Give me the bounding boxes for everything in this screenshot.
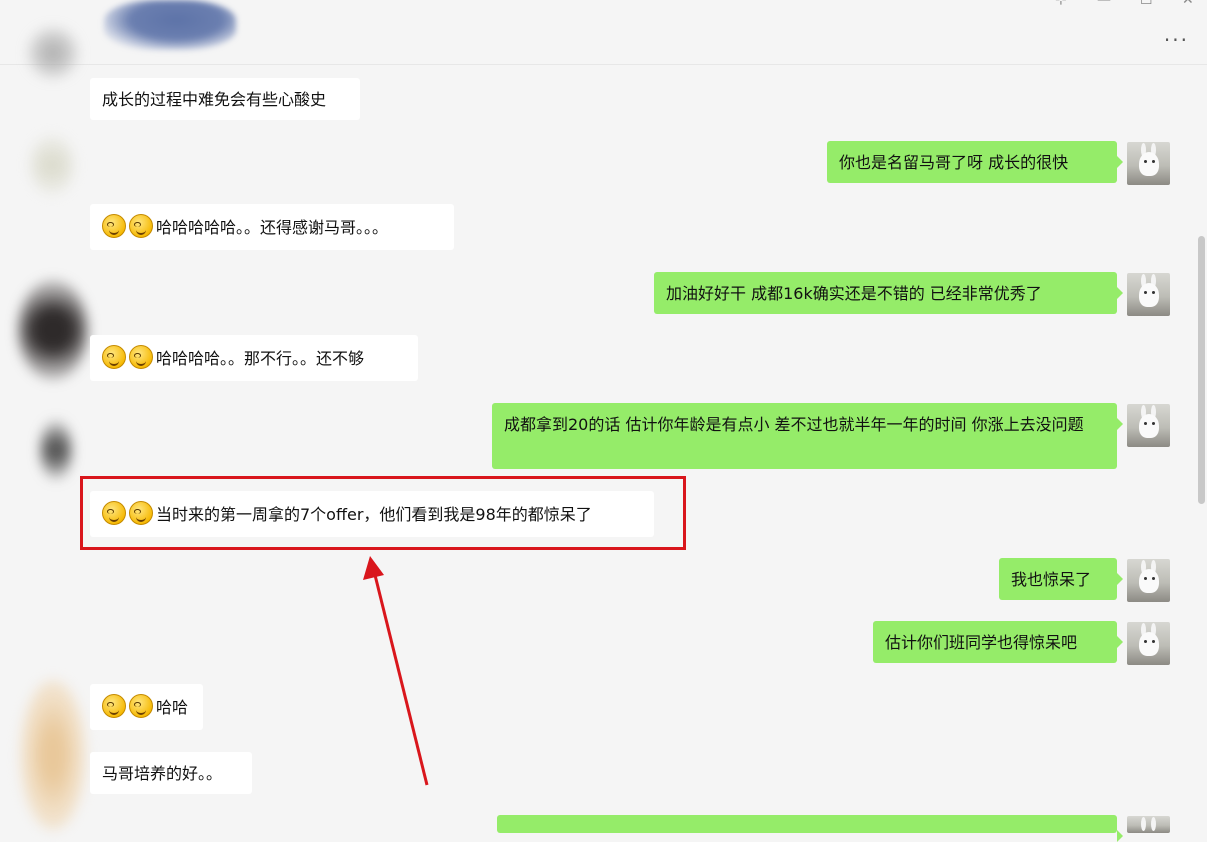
- smile-emoji-icon: [129, 214, 153, 238]
- message-text: 成长的过程中难免会有些心酸史: [102, 90, 327, 109]
- my-avatar[interactable]: [1127, 622, 1170, 665]
- contact-avatar-blurred: [20, 680, 86, 830]
- my-avatar[interactable]: [1127, 559, 1170, 602]
- message-bubble-right[interactable]: 加油好好干 成都16k确实还是不错的 已经非常优秀了: [654, 272, 1123, 314]
- message-bubble-left[interactable]: 哈哈: [90, 684, 203, 730]
- chat-header: ⊹ — ☐ ✕ ···: [0, 0, 1207, 65]
- maximize-icon[interactable]: ☐: [1140, 0, 1153, 8]
- my-avatar[interactable]: [1127, 404, 1170, 447]
- message-text: 我也惊呆了: [1011, 570, 1092, 589]
- minimize-icon[interactable]: —: [1097, 0, 1111, 8]
- message-bubble-right[interactable]: 估计你们班同学也得惊呆吧: [873, 621, 1123, 663]
- my-avatar[interactable]: [1127, 816, 1170, 833]
- smile-emoji-icon: [102, 345, 126, 369]
- message-text: 哈哈: [156, 698, 189, 717]
- message-bubble-right[interactable]: [497, 815, 1123, 842]
- smile-emoji-icon: [129, 694, 153, 718]
- contact-name-blurred: [104, 0, 236, 50]
- message-text: 估计你们班同学也得惊呆吧: [885, 633, 1078, 652]
- message-bubble-left[interactable]: 哈哈哈哈。。那不行。。还不够: [90, 335, 418, 381]
- smile-emoji-icon: [102, 214, 126, 238]
- contact-avatar-blurred: [40, 420, 72, 480]
- message-text: 哈哈哈哈。。那不行。。还不够: [156, 349, 365, 368]
- contact-avatar-blurred: [30, 135, 74, 195]
- scrollbar[interactable]: [1198, 236, 1205, 504]
- message-bubble-right[interactable]: 你也是名留马哥了呀 成长的很快: [827, 141, 1123, 183]
- message-text: 成都拿到20的话 估计你年龄是有点小 差不过也就半年一年的时间 你涨上去没问题: [504, 415, 1084, 434]
- message-bubble-right[interactable]: 我也惊呆了: [999, 558, 1123, 600]
- pin-icon[interactable]: ⊹: [1055, 0, 1067, 8]
- smile-emoji-icon: [129, 345, 153, 369]
- message-bubble-left[interactable]: 哈哈哈哈哈。。还得感谢马哥。。。: [90, 204, 454, 250]
- message-bubble-right[interactable]: 成都拿到20的话 估计你年龄是有点小 差不过也就半年一年的时间 你涨上去没问题: [492, 403, 1123, 469]
- message-text: 加油好好干 成都16k确实还是不错的 已经非常优秀了: [666, 284, 1042, 303]
- message-text: 你也是名留马哥了呀 成长的很快: [839, 153, 1069, 172]
- more-options-button[interactable]: ···: [1164, 28, 1189, 52]
- close-icon[interactable]: ✕: [1182, 0, 1194, 8]
- highlight-box-annotation: [80, 476, 686, 550]
- message-bubble-left[interactable]: 马哥培养的好。。: [90, 752, 252, 794]
- my-avatar[interactable]: [1127, 273, 1170, 316]
- message-bubble-left[interactable]: 成长的过程中难免会有些心酸史: [90, 78, 360, 120]
- message-text: 马哥培养的好。。: [102, 764, 223, 783]
- contact-avatar-blurred: [18, 280, 88, 380]
- contact-avatar-blurred: [28, 28, 78, 78]
- message-text: 哈哈哈哈哈。。还得感谢马哥。。。: [156, 218, 389, 237]
- my-avatar[interactable]: [1127, 142, 1170, 185]
- smile-emoji-icon: [102, 694, 126, 718]
